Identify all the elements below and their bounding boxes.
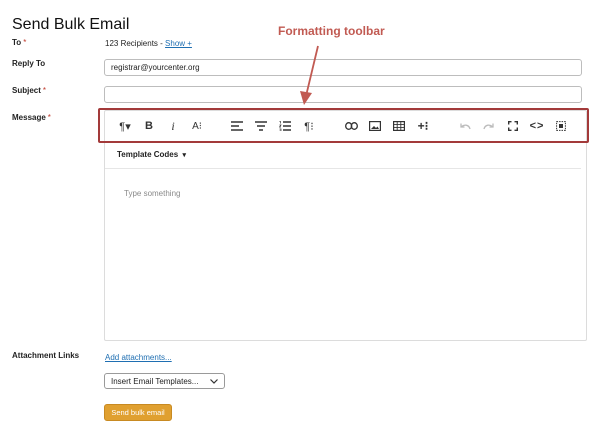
to-label-text: To bbox=[12, 38, 22, 47]
message-label-text: Message bbox=[12, 113, 46, 122]
image-icon bbox=[369, 121, 381, 131]
required-mark: * bbox=[23, 38, 27, 47]
link-button[interactable] bbox=[340, 113, 362, 139]
bold-button[interactable]: B bbox=[138, 113, 160, 139]
fullscreen-button[interactable] bbox=[502, 113, 524, 139]
reply-to-label: Reply To bbox=[12, 59, 46, 68]
subject-label-text: Subject bbox=[12, 86, 41, 95]
fullscreen-icon bbox=[508, 121, 518, 131]
undo-button[interactable] bbox=[454, 113, 476, 139]
add-attachments-link[interactable]: Add attachments... bbox=[105, 353, 172, 362]
show-recipients-link[interactable]: Show + bbox=[165, 39, 192, 48]
required-mark: * bbox=[42, 86, 47, 95]
subject-label: Subject * bbox=[12, 86, 46, 95]
pilcrow-dropdown-icon: ¶▾ bbox=[119, 120, 131, 133]
page-title: Send Bulk Email bbox=[12, 16, 130, 33]
code-icon: <> bbox=[529, 120, 545, 132]
align-left-icon bbox=[231, 121, 243, 131]
recipients-count: 123 Recipients - bbox=[105, 39, 163, 48]
template-codes-label: Template Codes bbox=[117, 150, 179, 159]
paragraph-more-button[interactable]: ¶⁝ bbox=[298, 113, 320, 139]
paragraph-format-button[interactable]: ¶▾ bbox=[112, 113, 138, 139]
caret-down-icon: ▾ bbox=[182, 152, 186, 159]
ordered-list-button[interactable] bbox=[274, 113, 296, 139]
italic-icon: i bbox=[171, 118, 175, 133]
italic-button[interactable]: i bbox=[162, 113, 184, 139]
image-button[interactable] bbox=[364, 113, 386, 139]
bold-icon: B bbox=[145, 120, 153, 132]
table-button[interactable] bbox=[388, 113, 410, 139]
ordered-list-icon bbox=[279, 121, 291, 131]
insert-more-button[interactable]: +⁝ bbox=[412, 113, 434, 139]
align-button[interactable] bbox=[226, 113, 248, 139]
redo-button[interactable] bbox=[478, 113, 500, 139]
plus-more-icon: +⁝ bbox=[417, 119, 429, 133]
table-icon bbox=[393, 121, 405, 131]
align-center-button[interactable] bbox=[250, 113, 272, 139]
select-all-icon bbox=[556, 121, 566, 131]
message-editor bbox=[104, 110, 587, 341]
send-bulk-email-button[interactable]: Send bulk email bbox=[104, 404, 172, 421]
subject-field[interactable] bbox=[104, 86, 582, 103]
insert-email-templates-select[interactable]: Insert Email Templates... bbox=[104, 373, 225, 389]
message-label: Message * bbox=[12, 113, 51, 122]
attachment-links-label: Attachment Links bbox=[12, 351, 80, 360]
font-size-button[interactable]: A⁝ bbox=[186, 113, 208, 139]
redo-icon bbox=[483, 123, 494, 130]
required-mark: * bbox=[47, 113, 51, 122]
select-value: Insert Email Templates... bbox=[111, 376, 199, 386]
code-view-button[interactable]: <> bbox=[526, 113, 548, 139]
template-codes-dropdown[interactable]: Template Codes ▾ bbox=[117, 150, 186, 159]
recipients-summary: 123 Recipients - Show + bbox=[105, 39, 192, 48]
toolbar-annotation-label: Formatting toolbar bbox=[278, 24, 385, 38]
chevron-down-icon bbox=[210, 378, 218, 384]
undo-icon bbox=[460, 123, 471, 130]
to-label: To * bbox=[12, 38, 26, 47]
formatting-toolbar: ¶▾ B i A⁝ ¶⁝ +⁝ <> bbox=[104, 113, 584, 139]
editor-divider bbox=[105, 168, 581, 169]
font-size-icon: A⁝ bbox=[192, 120, 202, 132]
pilcrow-more-icon: ¶⁝ bbox=[304, 120, 314, 133]
align-center-icon bbox=[255, 121, 267, 131]
select-all-button[interactable] bbox=[550, 113, 572, 139]
link-icon bbox=[344, 122, 358, 130]
message-body-placeholder[interactable]: Type something bbox=[124, 189, 180, 198]
reply-to-field[interactable] bbox=[104, 59, 582, 76]
